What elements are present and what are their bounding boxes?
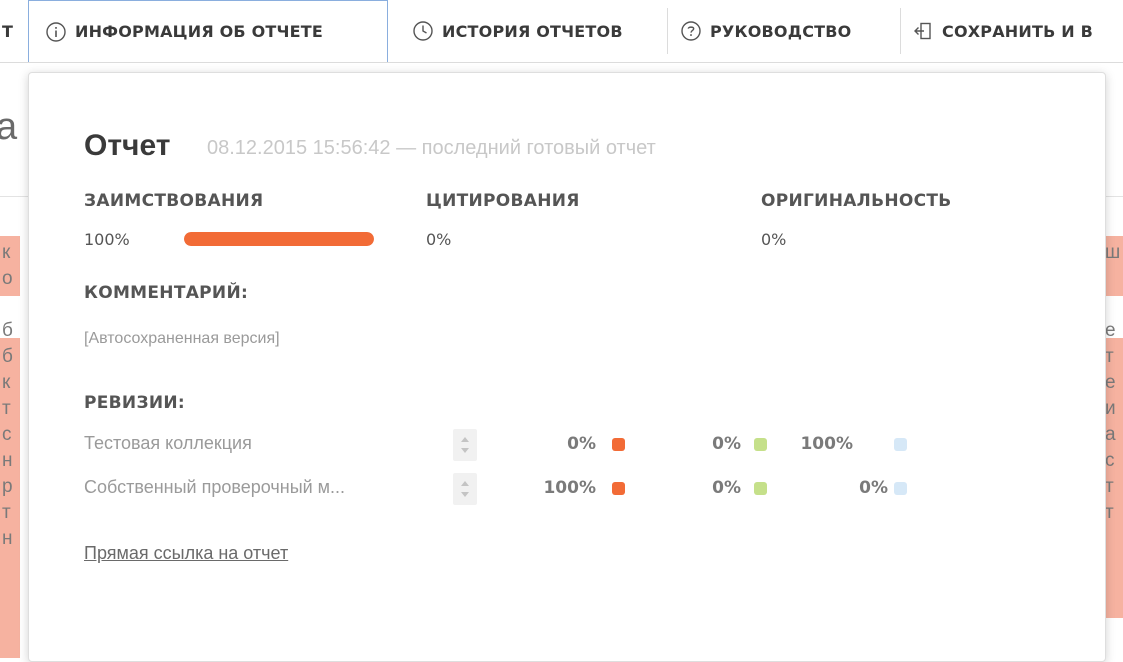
report-page: Т ИНФОРМАЦИЯ ОБ ОТЧЕТЕ ИСТОРИЯ ОТЧЕТОВ Р…	[0, 0, 1123, 662]
save-and-exit-label: СОХРАНИТЬ И В	[942, 21, 1094, 41]
comment-label: КОММЕНТАРИЙ:	[84, 283, 249, 303]
metric-borrow-value: 100%	[84, 230, 130, 249]
sort-arrows-icon	[461, 481, 469, 497]
revision-cite-value: 0%	[712, 434, 741, 454]
report-title: Отчет	[84, 129, 171, 162]
tab-report-history-label: ИСТОРИЯ ОТЧЕТОВ	[442, 21, 623, 41]
metric-original-value: 0%	[761, 230, 787, 249]
revision-borrow-value: 100%	[543, 478, 596, 498]
question-circle-icon	[680, 20, 702, 42]
borrow-color-square	[612, 482, 625, 495]
revision-name: Тестовая коллекция	[84, 433, 252, 453]
revision-name: Собственный проверочный м...	[84, 477, 346, 497]
report-info-popup: Отчет 08.12.2015 15:56:42 — последний го…	[28, 72, 1106, 662]
revision-sort-stepper[interactable]	[453, 473, 477, 505]
save-and-exit-button[interactable]: СОХРАНИТЬ И В	[906, 0, 1123, 62]
clock-history-icon	[412, 20, 434, 42]
metric-original-label: ОРИГИНАЛЬНОСТЬ	[761, 191, 952, 211]
comment-text: [Автосохраненная версия]	[84, 330, 280, 347]
metric-cite-label: ЦИТИРОВАНИЯ	[426, 191, 580, 211]
cite-color-square	[754, 482, 767, 495]
revision-original-value: 100%	[800, 434, 853, 454]
metric-cite-value: 0%	[426, 230, 452, 249]
sort-arrows-icon	[461, 437, 469, 453]
metric-borrow-bar-fill	[184, 232, 374, 246]
save-exit-icon	[912, 20, 934, 42]
info-circle-icon	[45, 21, 67, 43]
toolbar-item-partial-left[interactable]: Т	[0, 0, 26, 62]
revision-sort-stepper[interactable]	[453, 429, 477, 461]
document-text-right-fragment: ш е т е и а с т т	[1105, 242, 1121, 523]
tab-report-history[interactable]: ИСТОРИЯ ОТЧЕТОВ	[402, 0, 660, 62]
metric-borrow-bar	[184, 232, 374, 246]
tab-guide-label: РУКОВОДСТВО	[710, 21, 852, 41]
revisions-label: РЕВИЗИИ:	[84, 393, 185, 413]
original-color-square	[894, 438, 907, 451]
document-text-left-fragment: к о б б к т с н р т н	[2, 242, 13, 549]
toolbar-separator	[667, 8, 668, 54]
revision-original-value: 0%	[859, 478, 888, 498]
cite-color-square	[754, 438, 767, 451]
tab-guide[interactable]: РУКОВОДСТВО	[672, 0, 896, 62]
report-toolbar: Т ИНФОРМАЦИЯ ОБ ОТЧЕТЕ ИСТОРИЯ ОТЧЕТОВ Р…	[0, 0, 1123, 63]
metric-borrow-label: ЗАИМСТВОВАНИЯ	[84, 191, 264, 211]
report-timestamp: 08.12.2015 15:56:42 — последний готовый …	[207, 137, 656, 159]
revision-borrow-value: 0%	[567, 434, 596, 454]
direct-report-link[interactable]: Прямая ссылка на отчет	[84, 543, 288, 564]
original-color-square	[894, 482, 907, 495]
toolbar-separator	[900, 8, 901, 54]
revision-cite-value: 0%	[712, 478, 741, 498]
document-heading-fragment: а	[0, 106, 18, 148]
toolbar-item-partial-left-label: Т	[2, 21, 14, 41]
tab-report-info-label: ИНФОРМАЦИЯ ОБ ОТЧЕТЕ	[75, 22, 323, 41]
tab-report-info[interactable]: ИНФОРМАЦИЯ ОБ ОТЧЕТЕ	[28, 0, 388, 62]
borrow-color-square	[612, 438, 625, 451]
